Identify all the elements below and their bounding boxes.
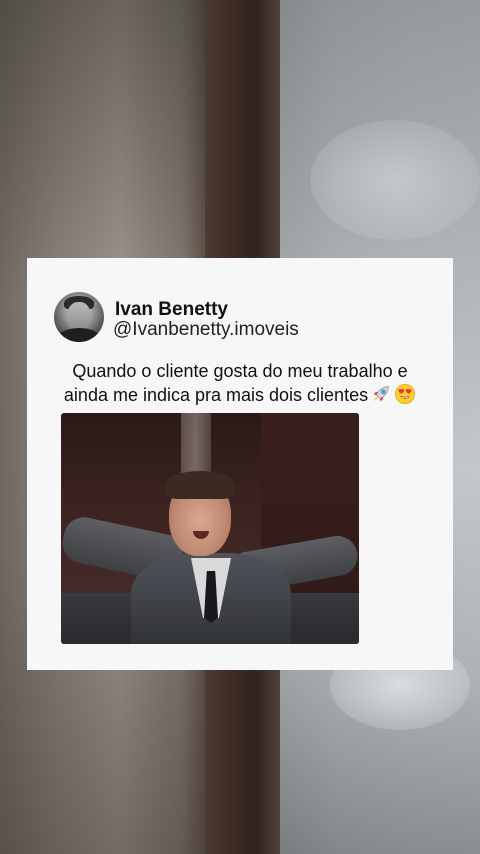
- post-card[interactable]: Ivan Benetty @Ivanbenetty.imoveis Quando…: [27, 258, 453, 670]
- post-caption: Quando o cliente gosta do meu trabalho e…: [40, 359, 440, 407]
- heart-eyes-icon: [395, 384, 416, 404]
- video-subject-hair: [165, 471, 235, 499]
- rocket-icon: [373, 386, 389, 402]
- caption-line-1: Quando o cliente gosta do meu trabalho e: [72, 361, 408, 381]
- screen: Ivan Benetty @Ivanbenetty.imoveis Quando…: [0, 0, 480, 854]
- avatar-shoulders: [58, 328, 100, 342]
- author-handle[interactable]: @Ivanbenetty.imoveis: [113, 319, 299, 341]
- background-highlight-top: [310, 120, 480, 240]
- author-name[interactable]: Ivan Benetty: [115, 299, 228, 321]
- avatar[interactable]: [54, 292, 104, 342]
- post-video-thumbnail[interactable]: [61, 413, 359, 644]
- caption-line-2: ainda me indica pra mais dois clientes: [63, 385, 369, 405]
